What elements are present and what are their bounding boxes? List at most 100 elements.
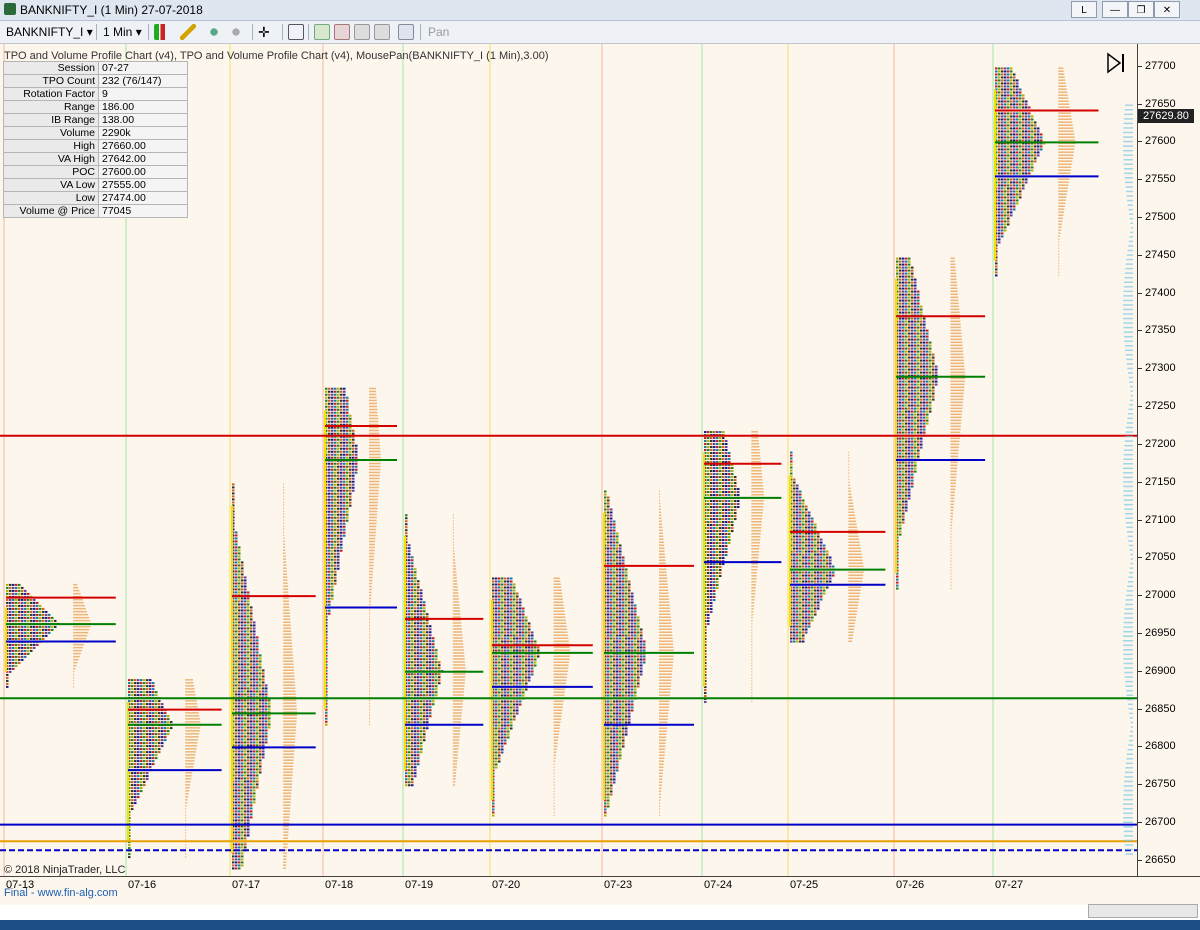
tpo-block	[525, 616, 528, 619]
restore-button[interactable]: ❐	[1128, 1, 1154, 18]
tpo-block	[417, 601, 420, 604]
tpo-block	[235, 675, 238, 678]
tpo-block	[241, 675, 244, 678]
indicator-icon[interactable]	[206, 24, 222, 40]
tpo-block	[36, 610, 39, 613]
tpo-block	[15, 643, 18, 646]
tpo-block	[152, 727, 155, 730]
chart-style-icon[interactable]	[154, 24, 170, 40]
tpo-block	[238, 777, 241, 780]
tpo-block	[355, 465, 358, 468]
tpo-block	[417, 646, 420, 649]
volume-bar	[283, 486, 285, 488]
tpo-block	[146, 763, 149, 766]
tpo-block	[241, 660, 244, 663]
volume-bar	[185, 763, 194, 765]
volume-bar	[452, 739, 460, 741]
volume-bar	[659, 790, 662, 792]
volume-bar	[283, 708, 297, 710]
tpo-block	[625, 718, 628, 721]
tpo-block	[235, 585, 238, 588]
tpo-block	[616, 574, 619, 577]
volume-bar	[452, 685, 465, 687]
tpo-block	[510, 658, 513, 661]
tpo-block	[504, 649, 507, 652]
close-button[interactable]: ✕	[1154, 1, 1180, 18]
tpo-block	[516, 607, 519, 610]
tpo-block	[238, 837, 241, 840]
tpo-block	[417, 691, 420, 694]
volume-bar	[553, 592, 563, 594]
volume-bar	[369, 645, 370, 648]
tpo-block	[334, 558, 337, 561]
tpo-block	[607, 619, 610, 622]
indicators-icon[interactable]	[314, 24, 330, 40]
tpo-block	[613, 622, 616, 625]
tpo-block	[244, 579, 247, 582]
tpo-block	[134, 700, 137, 703]
data-box-icon[interactable]	[398, 24, 414, 40]
volume-bar	[659, 619, 672, 621]
volume-bar	[452, 613, 461, 615]
tpo-block	[39, 625, 42, 628]
tpo-block	[349, 453, 352, 456]
tpo-block	[495, 598, 498, 601]
tpo-block	[411, 754, 414, 757]
volume-bar	[553, 769, 555, 771]
tpo-block	[610, 667, 613, 670]
tpo-block	[6, 583, 9, 586]
tpo-block	[417, 757, 420, 760]
tpo-block	[528, 646, 531, 649]
properties-icon[interactable]	[374, 24, 390, 40]
minimize-button[interactable]: —	[1102, 1, 1128, 18]
strategy-icon[interactable]	[228, 24, 244, 40]
tpo-block	[247, 783, 250, 786]
tpo-block	[408, 631, 411, 634]
interval-selector[interactable]: 1 Min ▾	[103, 24, 142, 40]
tpo-block	[607, 502, 610, 505]
volume-bar	[452, 586, 458, 588]
tpo-block	[262, 744, 265, 747]
pan-button[interactable]: Pan	[428, 24, 449, 40]
tpo-block	[610, 703, 613, 706]
tpo-block	[325, 396, 328, 399]
tpo-block	[423, 706, 426, 709]
link-button[interactable]: L	[1071, 1, 1097, 18]
volume-bar	[283, 552, 286, 554]
tpo-block	[244, 582, 247, 585]
tpo-block	[241, 636, 244, 639]
volume-bar	[659, 667, 673, 669]
tpo-block	[519, 664, 522, 667]
tpo-block	[33, 616, 36, 619]
pencil-icon[interactable]	[180, 24, 196, 40]
tpo-block	[631, 664, 634, 667]
instrument-selector[interactable]: BANKNIFTY_I ▾	[6, 24, 93, 40]
tpo-block	[628, 613, 631, 616]
volume-bar	[283, 714, 297, 716]
tpo-block	[325, 723, 328, 726]
crosshair-icon[interactable]: ✛	[258, 24, 270, 40]
tpo-block	[343, 516, 346, 519]
drawing-tools-icon[interactable]	[354, 24, 370, 40]
strategies-icon[interactable]	[334, 24, 350, 40]
tpo-block	[408, 637, 411, 640]
tpo-block	[519, 646, 522, 649]
tpo-block	[417, 667, 420, 670]
tpo-block	[128, 856, 131, 859]
tpo-block	[334, 396, 337, 399]
zoom-icon[interactable]	[288, 24, 304, 40]
tpo-block	[420, 634, 423, 637]
tpo-block	[640, 646, 643, 649]
tpo-block	[235, 642, 238, 645]
tpo-block	[622, 646, 625, 649]
tpo-block	[498, 646, 501, 649]
volume-bar	[185, 844, 187, 846]
tpo-block	[155, 721, 158, 724]
tpo-block	[522, 637, 525, 640]
tpo-block	[235, 858, 238, 861]
tpo-block	[241, 801, 244, 804]
tpo-block	[625, 640, 628, 643]
tpo-block	[134, 733, 137, 736]
tpo-block	[504, 613, 507, 616]
volume-bar	[283, 780, 293, 782]
